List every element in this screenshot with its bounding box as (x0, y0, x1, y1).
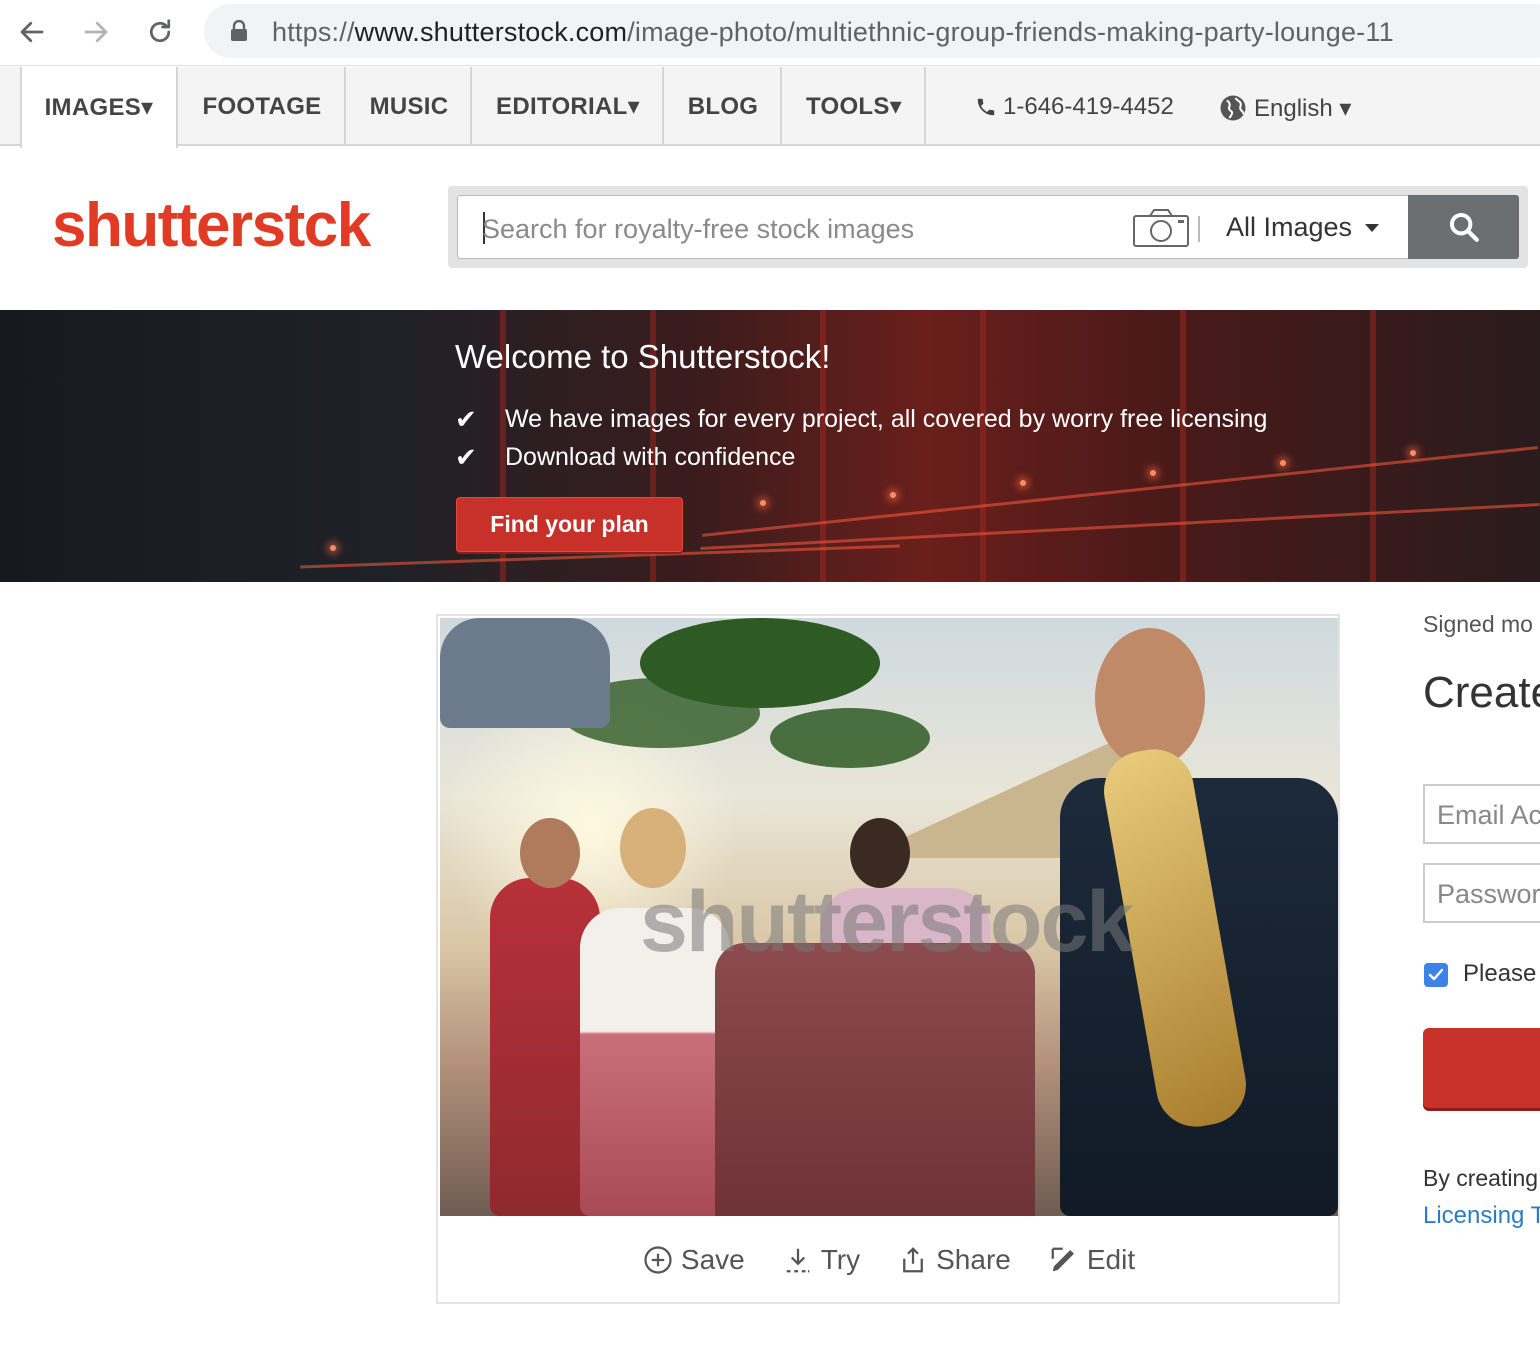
watermark-text: shutterstock (640, 874, 1134, 970)
banner-decor (890, 492, 896, 498)
banner-decor (760, 500, 766, 506)
banner-decor (980, 310, 986, 582)
search-scope-label: All Images (1226, 212, 1353, 242)
search-button[interactable] (1408, 195, 1519, 259)
language-selector[interactable]: English ▾ (1218, 93, 1351, 123)
banner-title: Welcome to Shutterstock! (455, 338, 831, 375)
logo-text-tail: ck (303, 191, 371, 260)
phone-number: 1-646-419-4452 (1003, 93, 1174, 120)
search-icon (1449, 212, 1479, 242)
reload-icon (149, 19, 171, 43)
edit-label: Edit (1086, 1244, 1136, 1275)
search-scope-dropdown[interactable]: All Images (1226, 212, 1380, 243)
banner-decor (1180, 310, 1186, 582)
banner-bullet-text: Download with confidence (505, 443, 796, 471)
image-card: shutterstock Save Try Share Edit (436, 614, 1340, 1304)
photo-decor (520, 818, 580, 888)
save-label: Save (680, 1244, 745, 1275)
password-field[interactable]: Passwor (1423, 863, 1540, 923)
tab-tools[interactable]: TOOLS▾ (780, 67, 926, 146)
share-label: Share (936, 1244, 1011, 1275)
create-title: Create (1423, 668, 1540, 717)
banner-decor (1410, 450, 1416, 456)
banner-bullet-text: We have images for every project, all co… (505, 405, 1268, 433)
caret-down-icon (1365, 223, 1380, 232)
banner-decor (1150, 470, 1156, 476)
back-button[interactable] (12, 12, 52, 52)
url-domain: www.shutterstock.com (354, 17, 628, 47)
signup-button[interactable] (1423, 1028, 1540, 1108)
consent-checkbox[interactable] (1424, 963, 1448, 987)
email-field[interactable]: Email Ac (1423, 784, 1540, 844)
tab-blog[interactable]: BLOG (662, 67, 782, 146)
photo-decor (440, 618, 610, 728)
nav-divider (924, 67, 926, 146)
tab-images[interactable]: IMAGES▾ (20, 67, 178, 148)
search-bar: Search for royalty-free stock images All… (448, 186, 1528, 268)
search-placeholder: Search for royalty-free stock images (482, 214, 915, 244)
address-bar[interactable]: https://www.shutterstock.com/image-photo… (204, 4, 1540, 58)
edit-button[interactable]: Edit (1049, 1244, 1135, 1276)
url-path: /image-photo/multiethnic-group-friends-m… (627, 17, 1394, 47)
checkmark-icon (1428, 968, 1444, 981)
edit-icon (1051, 1247, 1074, 1272)
logo-text: shutterst (52, 191, 305, 260)
find-your-plan-button[interactable]: Find your plan (456, 497, 683, 552)
camera-icon[interactable] (1132, 208, 1190, 248)
tab-editorial[interactable]: EDITORIAL▾ (470, 67, 664, 146)
banner-bullet: ✔ We have images for every project, all … (455, 404, 1267, 435)
banner-decor (702, 446, 1538, 537)
terms-text: By creating (1423, 1165, 1539, 1191)
banner-decor (1280, 460, 1286, 466)
save-button[interactable]: Save (643, 1244, 745, 1276)
banner-decor (1370, 310, 1376, 582)
globe-icon (1220, 95, 1246, 121)
forward-button[interactable] (76, 12, 116, 52)
search-divider (1198, 216, 1200, 242)
phone-icon (977, 98, 995, 116)
password-placeholder: Passwor (1437, 879, 1540, 909)
try-button[interactable]: Try (783, 1244, 860, 1276)
top-navigation: IMAGES▾ FOOTAGE MUSIC EDITORIAL▾ BLOG TO… (0, 67, 1540, 148)
licensing-link[interactable]: Licensing T (1423, 1202, 1540, 1230)
reload-button[interactable] (140, 12, 180, 52)
browser-toolbar: https://www.shutterstock.com/image-photo… (0, 0, 1540, 66)
lock-icon (231, 20, 247, 41)
checkmark-icon: ✔ (455, 442, 477, 472)
language-label: English ▾ (1254, 94, 1352, 122)
banner-decor (700, 503, 1540, 550)
tab-footage[interactable]: FOOTAGE (176, 67, 346, 146)
forward-arrow-icon (84, 21, 108, 43)
share-icon (903, 1247, 923, 1273)
banner-bullet: ✔ Download with confidence (455, 442, 795, 473)
consent-label: Please (1463, 960, 1537, 987)
download-icon (786, 1248, 809, 1273)
banner-decor (330, 545, 336, 551)
search-input[interactable]: Search for royalty-free stock images All… (457, 195, 1409, 259)
image-actions: Save Try Share Edit (440, 1218, 1338, 1302)
phone-link[interactable]: 1-646-419-4452 (975, 93, 1174, 121)
banner-decor (1020, 480, 1026, 486)
back-arrow-icon (20, 21, 44, 43)
signed-text: Signed mo (1423, 611, 1533, 637)
email-placeholder: Email Ac (1437, 800, 1540, 830)
checkmark-icon: ✔ (455, 404, 477, 434)
tab-music[interactable]: MUSIC (344, 67, 472, 146)
photo-decor (1095, 628, 1205, 768)
try-label: Try (820, 1244, 861, 1275)
stock-photo[interactable]: shutterstock (440, 618, 1338, 1216)
share-button[interactable]: Share (898, 1244, 1011, 1276)
welcome-banner: Welcome to Shutterstock! ✔ We have image… (0, 310, 1540, 582)
photo-decor (715, 943, 1035, 1216)
url-text: https://www.shutterstock.com/image-photo… (272, 17, 1394, 48)
url-scheme: https:// (272, 17, 355, 47)
plus-circle-icon (644, 1246, 672, 1274)
shutterstock-logo[interactable]: shutterstck (52, 190, 371, 261)
